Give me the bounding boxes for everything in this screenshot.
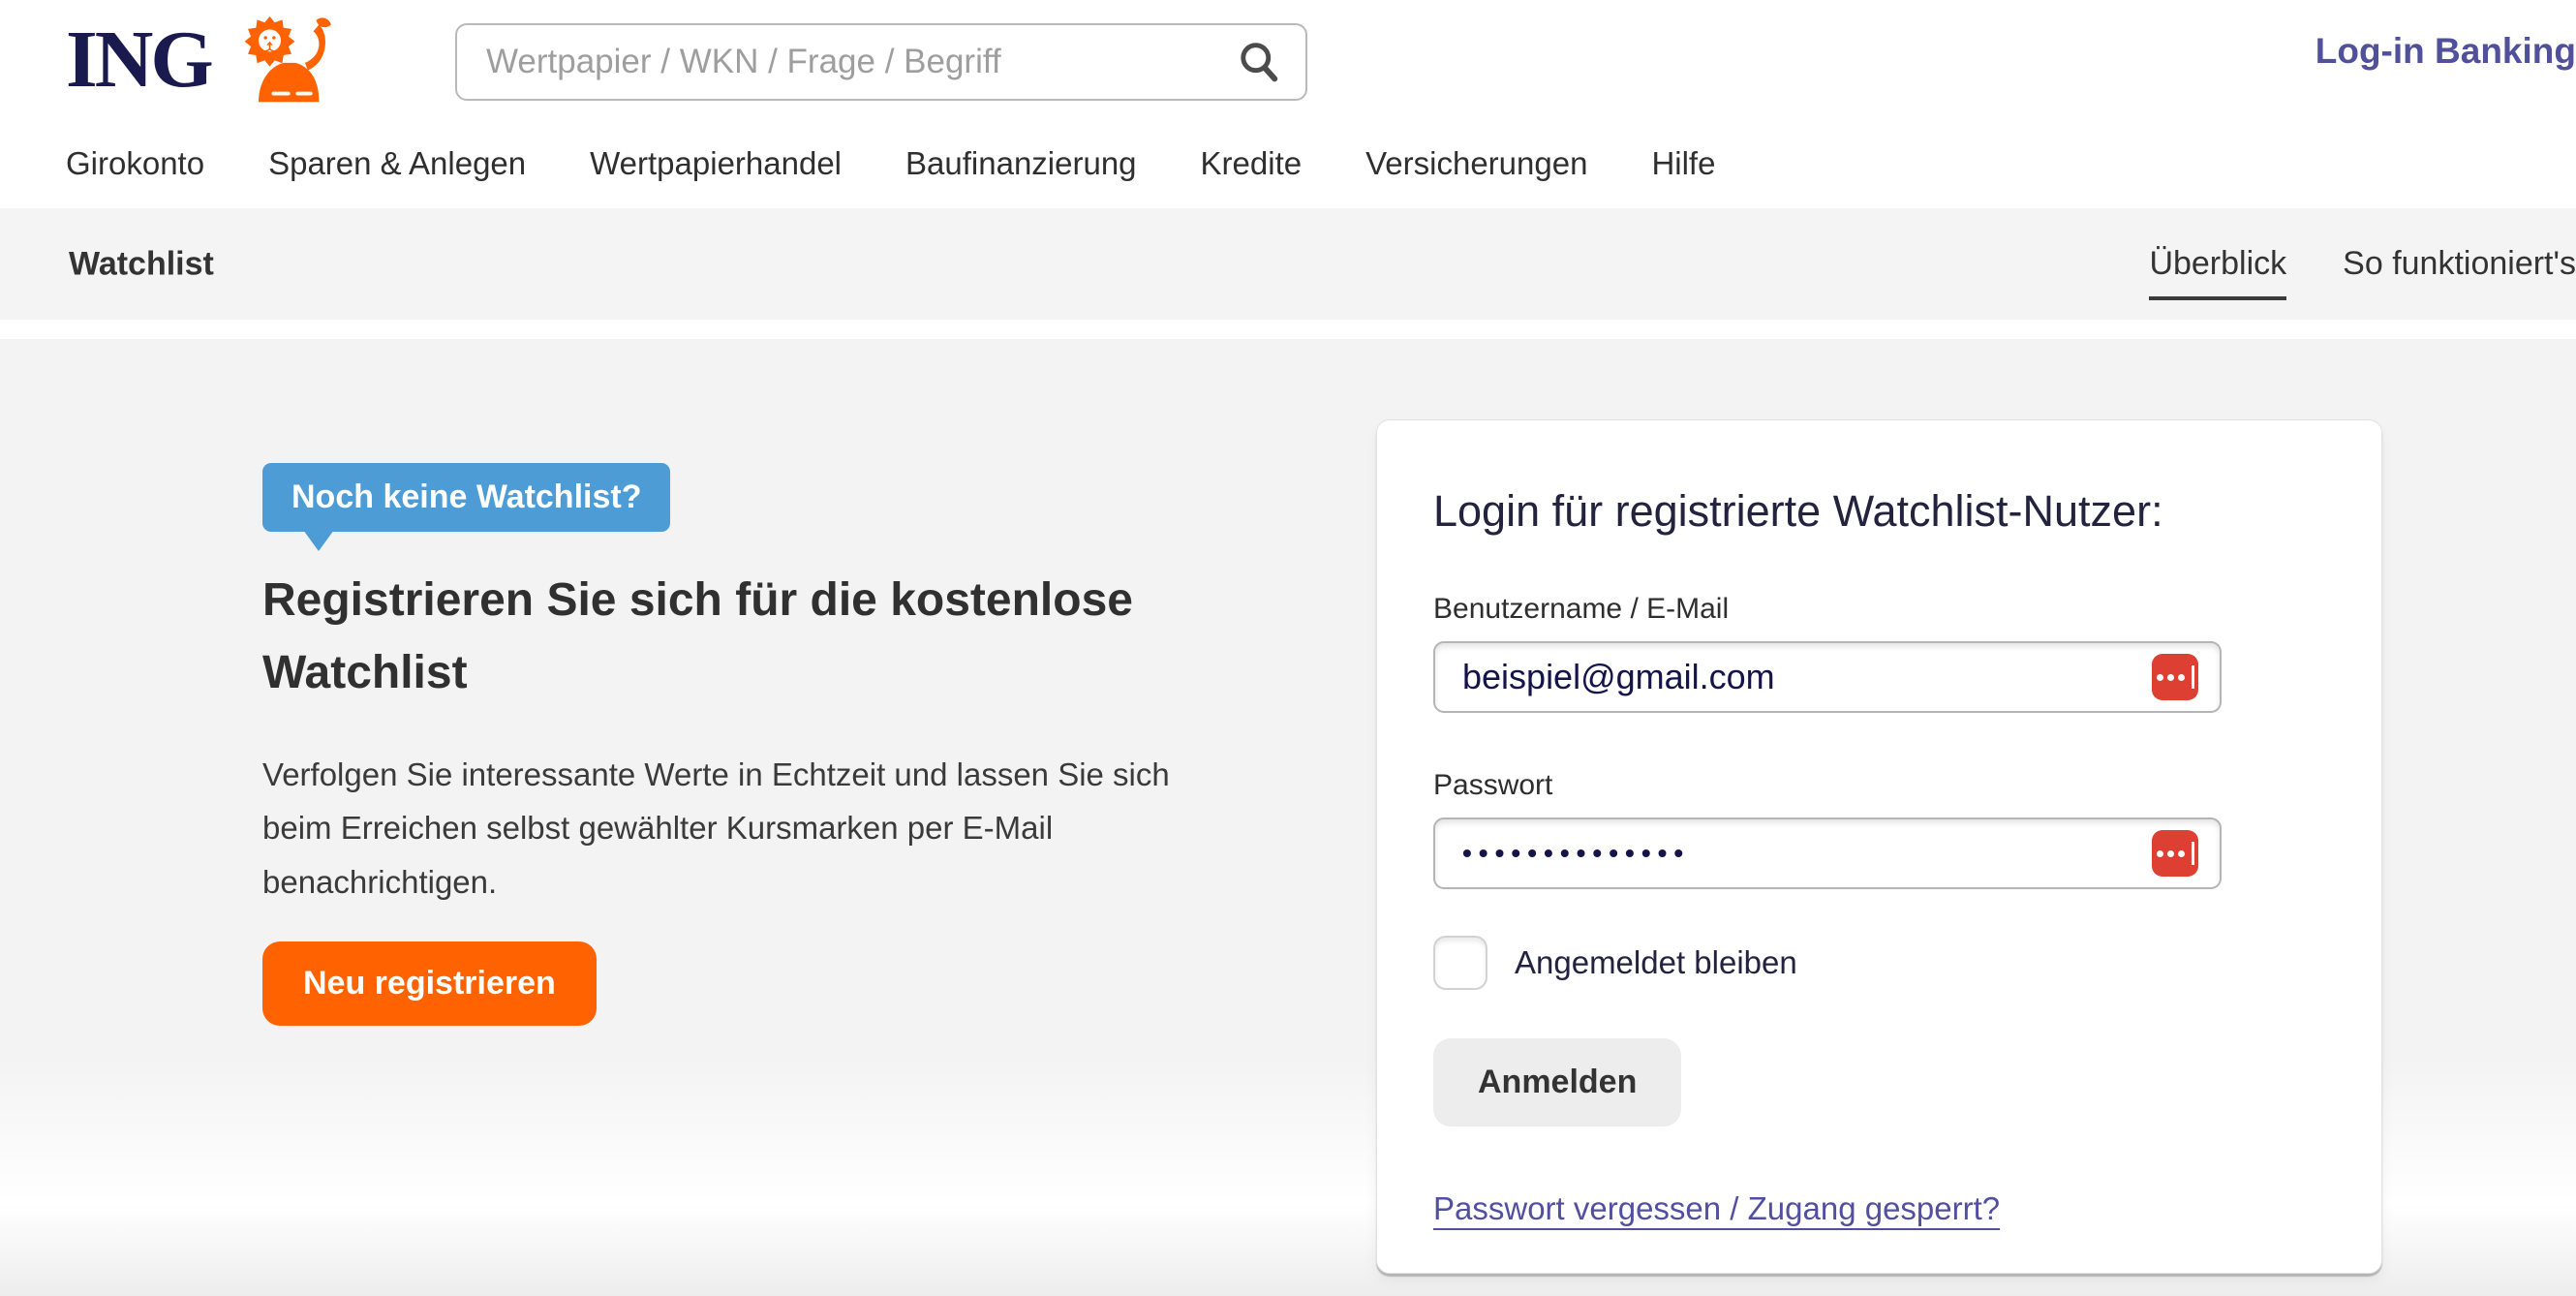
nav-item-hilfe[interactable]: Hilfe [1651,136,1715,192]
autofill-dot [2167,674,2174,681]
nav-item-versicherungen[interactable]: Versicherungen [1365,136,1587,192]
ing-lion-icon [225,14,339,107]
security-search-box [455,23,1307,101]
password-field-wrap [1433,818,2222,889]
password-manager-autofill-icon[interactable] [2152,654,2198,700]
autofill-dot [2178,850,2185,857]
login-card-heading: Login für registrierte Watchlist-Nutzer: [1433,486,2325,537]
password-manager-autofill-icon[interactable] [2152,830,2198,877]
login-card: Login für registrierte Watchlist-Nutzer:… [1376,419,2382,1274]
register-button[interactable]: Neu registrieren [262,941,597,1026]
nav-item-kredite[interactable]: Kredite [1201,136,1303,192]
nav-item-baufinanzierung[interactable]: Baufinanzierung [905,136,1137,192]
autofill-dot [2167,850,2174,857]
main-content: Noch keine Watchlist? Registrieren Sie s… [0,339,2576,1296]
register-heading: Registrieren Sie sich für die kostenlose… [262,564,1182,710]
login-banking-link[interactable]: Log-in Banking [2315,31,2576,72]
autofill-bar [2192,842,2194,865]
search-input[interactable] [457,43,1234,81]
password-label: Passwort [1433,769,2325,802]
anmelden-button[interactable]: Anmelden [1433,1038,1681,1126]
autofill-dot [2178,674,2185,681]
username-label: Benutzername / E-Mail [1433,593,2325,626]
watchlist-subheader: Watchlist Überblick So funktioniert's [0,208,2576,320]
main-nav: Girokonto Sparen & Anlegen Wertpapierhan… [66,136,1715,192]
ing-logo[interactable]: ING [66,14,339,107]
username-field-wrap [1433,641,2222,713]
remember-me-label: Angemeldet bleiben [1515,944,1797,981]
autofill-dot [2157,850,2163,857]
site-header: ING [0,0,2576,208]
forgot-password-link[interactable]: Passwort vergessen / Zugang gesperrt? [1433,1190,2000,1227]
search-icon[interactable] [1234,37,1284,87]
no-watchlist-badge: Noch keine Watchlist? [262,463,670,532]
tab-ueberblick[interactable]: Überblick [2149,228,2286,300]
nav-item-girokonto[interactable]: Girokonto [66,136,204,192]
password-input[interactable] [1433,818,2222,889]
nav-item-sparen-anlegen[interactable]: Sparen & Anlegen [268,136,526,192]
remember-me-checkbox[interactable] [1433,936,1487,990]
nav-item-wertpapierhandel[interactable]: Wertpapierhandel [590,136,842,192]
ing-watchlist-page: ING [0,0,2576,1296]
tab-so-funktionierts[interactable]: So funktioniert's [2343,228,2576,300]
subheader-tabs: Überblick So funktioniert's [2149,208,2576,320]
username-input[interactable] [1433,641,2222,713]
register-description: Verfolgen Sie interessante Werte in Echt… [262,748,1216,909]
autofill-dot [2157,674,2163,681]
ing-logo-wordmark: ING [66,19,211,101]
page-title: Watchlist [69,245,214,283]
autofill-bar [2192,665,2194,689]
remember-me-row: Angemeldet bleiben [1433,936,2325,990]
